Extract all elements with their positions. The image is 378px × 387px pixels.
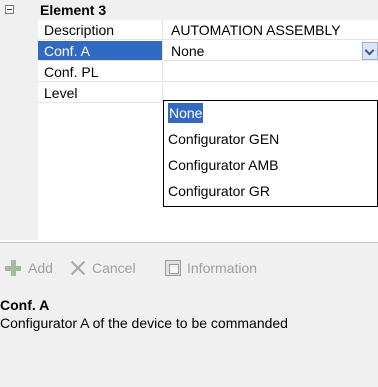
close-icon <box>70 260 86 276</box>
add-label: Add <box>28 260 53 276</box>
plus-icon <box>5 260 21 276</box>
conf-a-dropdown-list[interactable]: None Configurator GEN Configurator AMB C… <box>163 100 378 207</box>
cancel-button[interactable]: Cancel <box>70 258 152 278</box>
add-button[interactable]: Add <box>5 258 65 278</box>
property-name: Level <box>38 83 163 103</box>
property-value[interactable]: AUTOMATION ASSEMBLY <box>163 20 378 40</box>
help-description: Configurator A of the device to be comma… <box>0 315 288 331</box>
cancel-label: Cancel <box>92 260 136 276</box>
combo-value: None <box>171 43 205 59</box>
property-row-description[interactable]: Description AUTOMATION ASSEMBLY <box>38 20 378 41</box>
chevron-down-icon[interactable] <box>362 42 378 60</box>
help-title: Conf. A <box>0 297 50 313</box>
dropdown-option-none[interactable]: None <box>164 101 377 125</box>
property-row-conf-pl[interactable]: Conf. PL <box>38 62 378 83</box>
grid-indent <box>21 20 38 240</box>
property-value-combo[interactable]: None <box>163 41 378 61</box>
dropdown-option-configurator-amb[interactable]: Configurator AMB <box>164 153 377 177</box>
property-name: Conf. PL <box>38 62 163 82</box>
property-name: Conf. A <box>38 41 163 61</box>
information-label: Information <box>187 260 258 276</box>
toolbar: Add Cancel Information <box>0 242 378 292</box>
property-grid: Element 3 Description AUTOMATION ASSEMBL… <box>0 0 378 240</box>
information-icon <box>165 260 181 276</box>
property-row-conf-a[interactable]: Conf. A None <box>38 41 378 62</box>
collapse-icon[interactable] <box>5 5 14 14</box>
category-row[interactable]: Element 3 <box>0 0 378 20</box>
property-value[interactable] <box>163 62 378 82</box>
dropdown-option-configurator-gen[interactable]: Configurator GEN <box>164 127 377 151</box>
category-title: Element 3 <box>40 2 107 18</box>
property-name: Description <box>38 20 163 40</box>
dropdown-option-configurator-gr[interactable]: Configurator GR <box>164 179 377 203</box>
help-panel: Conf. A Configurator A of the device to … <box>0 291 378 387</box>
information-button[interactable]: Information <box>165 258 285 278</box>
grid-gutter <box>0 0 21 240</box>
